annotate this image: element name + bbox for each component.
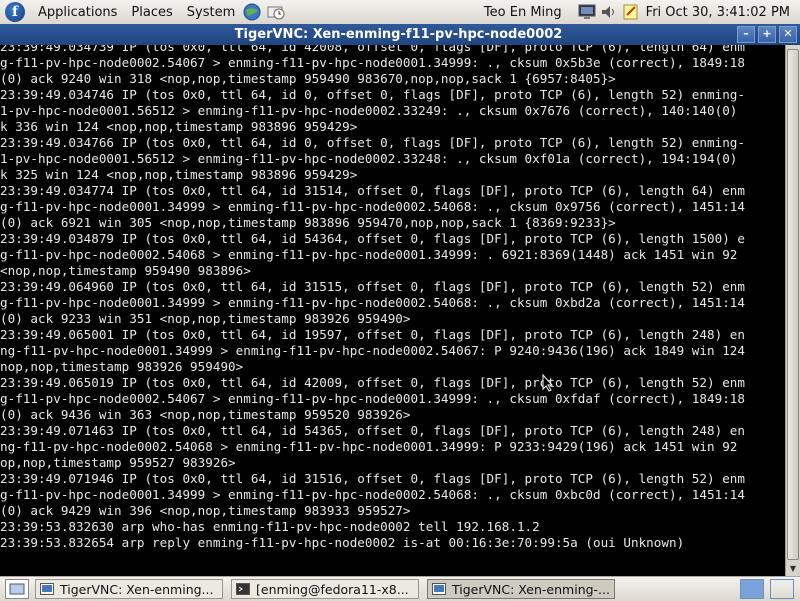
taskbar-item-terminal[interactable]: [enming@fedora11-x8... bbox=[231, 579, 419, 599]
terminal-line: g-f11-pv-hpc-node0002.54067 > enming-f11… bbox=[0, 55, 746, 70]
terminal-line: 23:39:49.065001 IP (tos 0x0, ttl 64, id … bbox=[0, 327, 746, 342]
terminal-line: g-f11-pv-hpc-node0001.34999 > enming-f11… bbox=[0, 199, 746, 214]
taskbar-item-vnc-1[interactable]: TigerVNC: Xen-enming... bbox=[35, 579, 223, 599]
terminal-line: 1-pv-hpc-node0001.56512 > enming-f11-pv-… bbox=[0, 103, 738, 118]
mouse-pointer-icon bbox=[542, 374, 554, 392]
notes-icon[interactable] bbox=[620, 2, 642, 22]
terminal-line: 23:39:49.065019 IP (tos 0x0, ttl 64, id … bbox=[0, 375, 746, 390]
taskbar-item-label: TigerVNC: Xen-enming-... bbox=[452, 581, 610, 597]
terminal-line: 23:39:49.034766 IP (tos 0x0, ttl 64, id … bbox=[0, 135, 746, 150]
top-panel: f Applications Places System Teo En Ming… bbox=[0, 0, 800, 25]
window-titlebar[interactable]: TigerVNC: Xen-enming-f11-pv-hpc-node0002… bbox=[0, 24, 800, 45]
maximize-button[interactable]: + bbox=[758, 26, 776, 43]
terminal-line: k 325 win 124 <nop,nop,timestamp 983896 … bbox=[0, 167, 358, 182]
terminal-line: g-f11-pv-hpc-node0002.54067 > enming-f11… bbox=[0, 391, 746, 406]
user-name[interactable]: Teo En Ming bbox=[484, 5, 562, 20]
terminal-line: 1-pv-hpc-node0001.56512 > enming-f11-pv-… bbox=[0, 151, 738, 166]
terminal-line: (0) ack 9436 win 363 <nop,nop,timestamp … bbox=[0, 407, 411, 422]
terminal-line: ng-f11-pv-hpc-node0001.34999 > enming-f1… bbox=[0, 343, 746, 358]
terminal-line: (0) ack 9240 win 318 <nop,nop,timestamp … bbox=[0, 71, 616, 86]
terminal-line: (0) ack 6921 win 305 <nop,nop,timestamp … bbox=[0, 215, 616, 230]
menu-places[interactable]: Places bbox=[124, 5, 179, 20]
menu-applications[interactable]: Applications bbox=[31, 5, 124, 20]
terminal-line: op,nop,timestamp 959527 983926> bbox=[0, 455, 236, 470]
close-button[interactable]: ✕ bbox=[779, 26, 797, 43]
terminal-line: <nop,nop,timestamp 959490 983896> bbox=[0, 263, 251, 278]
taskbar-item-label: [enming@fedora11-x8... bbox=[256, 581, 409, 597]
terminal-lines: 23:39:49.034739 IP (tos 0x0, ttl 64, id … bbox=[0, 45, 745, 576]
mail-clock-icon[interactable] bbox=[266, 2, 286, 22]
taskbar-item-vnc-2[interactable]: TigerVNC: Xen-enming-... bbox=[427, 579, 615, 599]
scrollbar-thumb[interactable] bbox=[787, 49, 799, 560]
terminal-line: 23:39:49.034746 IP (tos 0x0, ttl 64, id … bbox=[0, 87, 746, 102]
minimize-button[interactable]: – bbox=[737, 26, 755, 43]
terminal-line: k 336 win 124 <nop,nop,timestamp 983896 … bbox=[0, 119, 358, 134]
terminal-line: (0) ack 9429 win 396 <nop,nop,timestamp … bbox=[0, 503, 411, 518]
workspace-1[interactable] bbox=[740, 579, 764, 599]
terminal-line: 23:39:53.832654 arp reply enming-f11-pv-… bbox=[0, 535, 685, 550]
terminal-line: g-f11-pv-hpc-node0001.34999 > enming-f11… bbox=[0, 295, 746, 310]
volume-icon[interactable] bbox=[598, 2, 620, 22]
menu-system[interactable]: System bbox=[180, 5, 242, 20]
terminal-output[interactable]: 23:39:49.034739 IP (tos 0x0, ttl 64, id … bbox=[0, 45, 786, 576]
terminal-line: 23:39:49.071946 IP (tos 0x0, ttl 64, id … bbox=[0, 471, 746, 486]
vnc-window-icon bbox=[432, 583, 446, 595]
scroll-down-arrow-icon[interactable]: ▼ bbox=[786, 562, 800, 576]
terminal-line: g-f11-pv-hpc-node0001.34999 > enming-f11… bbox=[0, 487, 746, 502]
terminal-line: (0) ack 9233 win 351 <nop,nop,timestamp … bbox=[0, 311, 411, 326]
terminal-line: 23:39:49.064960 IP (tos 0x0, ttl 64, id … bbox=[0, 279, 746, 294]
terminal-line: 23:39:49.034739 IP (tos 0x0, ttl 64, id … bbox=[0, 45, 746, 54]
bottom-panel: TigerVNC: Xen-enming... [enming@fedora11… bbox=[0, 576, 800, 601]
terminal-line: 23:39:49.071463 IP (tos 0x0, ttl 64, id … bbox=[0, 423, 746, 438]
terminal-line: 23:39:49.034879 IP (tos 0x0, ttl 64, id … bbox=[0, 231, 746, 246]
taskbar-item-label: TigerVNC: Xen-enming... bbox=[60, 581, 214, 597]
terminal-line: 23:39:49.034774 IP (tos 0x0, ttl 64, id … bbox=[0, 183, 746, 198]
window-title: TigerVNC: Xen-enming-f11-pv-hpc-node0002 bbox=[234, 27, 563, 42]
terminal-line: 23:39:53.832630 arp who-has enming-f11-p… bbox=[0, 519, 540, 534]
show-desktop-icon[interactable] bbox=[5, 579, 29, 599]
monitor-icon[interactable] bbox=[576, 2, 598, 22]
terminal-line: g-f11-pv-hpc-node0002.54068 > enming-f11… bbox=[0, 247, 738, 262]
vnc-window-icon bbox=[40, 583, 54, 595]
fedora-logo-icon[interactable]: f bbox=[5, 2, 25, 22]
terminal-line: nop,nop,timestamp 983926 959490> bbox=[0, 359, 244, 374]
web-browser-icon[interactable] bbox=[242, 2, 262, 22]
terminal-line: ng-f11-pv-hpc-node0002.54068 > enming-f1… bbox=[0, 439, 738, 454]
panel-clock[interactable]: Fri Oct 30, 3:41:02 PM bbox=[646, 5, 790, 20]
workspace-2[interactable] bbox=[770, 579, 794, 599]
terminal-line: _ bbox=[0, 567, 8, 576]
vnc-window: TigerVNC: Xen-enming-f11-pv-hpc-node0002… bbox=[0, 24, 800, 576]
terminal-icon bbox=[236, 583, 250, 595]
vertical-scrollbar[interactable]: ▼ bbox=[785, 45, 800, 576]
